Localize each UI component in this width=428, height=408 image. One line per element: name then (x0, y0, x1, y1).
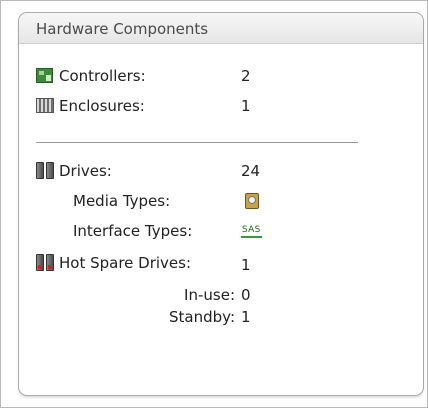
divider (36, 142, 358, 143)
interface-types-label: Interface Types: (73, 222, 193, 240)
in-use-label: In-use: (184, 286, 235, 304)
hot-spare-label: Hot Spare Drives: (59, 254, 192, 272)
in-use-value: 0 (241, 286, 251, 304)
enclosure-icon (36, 98, 54, 113)
drive-icon (36, 162, 54, 179)
standby-label: Standby: (169, 308, 235, 326)
media-types-row: Media Types: (19, 190, 423, 212)
hot-spare-drive-icon (36, 254, 54, 271)
hot-spare-value: 1 (241, 256, 251, 274)
controllers-value: 2 (241, 67, 251, 85)
hardware-components-panel: Hardware Components Controllers: 2 Enclo… (18, 12, 424, 396)
in-use-row: In-use: 0 (19, 284, 423, 306)
media-types-label: Media Types: (73, 192, 171, 210)
panel-title: Hardware Components (19, 13, 423, 44)
controller-icon (36, 68, 53, 83)
hot-spare-row: Hot Spare Drives: 1 (19, 254, 423, 276)
sas-badge-icon[interactable]: SAS (241, 225, 262, 238)
drives-value: 24 (241, 162, 261, 180)
enclosures-value: 1 (241, 97, 251, 115)
drives-row: Drives: 24 (19, 160, 423, 182)
hard-disk-icon[interactable] (245, 193, 259, 209)
interface-types-row: Interface Types: SAS (19, 220, 423, 242)
controllers-row: Controllers: 2 (19, 65, 423, 87)
standby-row: Standby: 1 (19, 306, 423, 328)
drives-label: Drives: (59, 162, 112, 180)
standby-value: 1 (241, 308, 251, 326)
enclosures-row: Enclosures: 1 (19, 95, 423, 117)
controllers-label: Controllers: (59, 67, 146, 85)
enclosures-label: Enclosures: (59, 97, 145, 115)
